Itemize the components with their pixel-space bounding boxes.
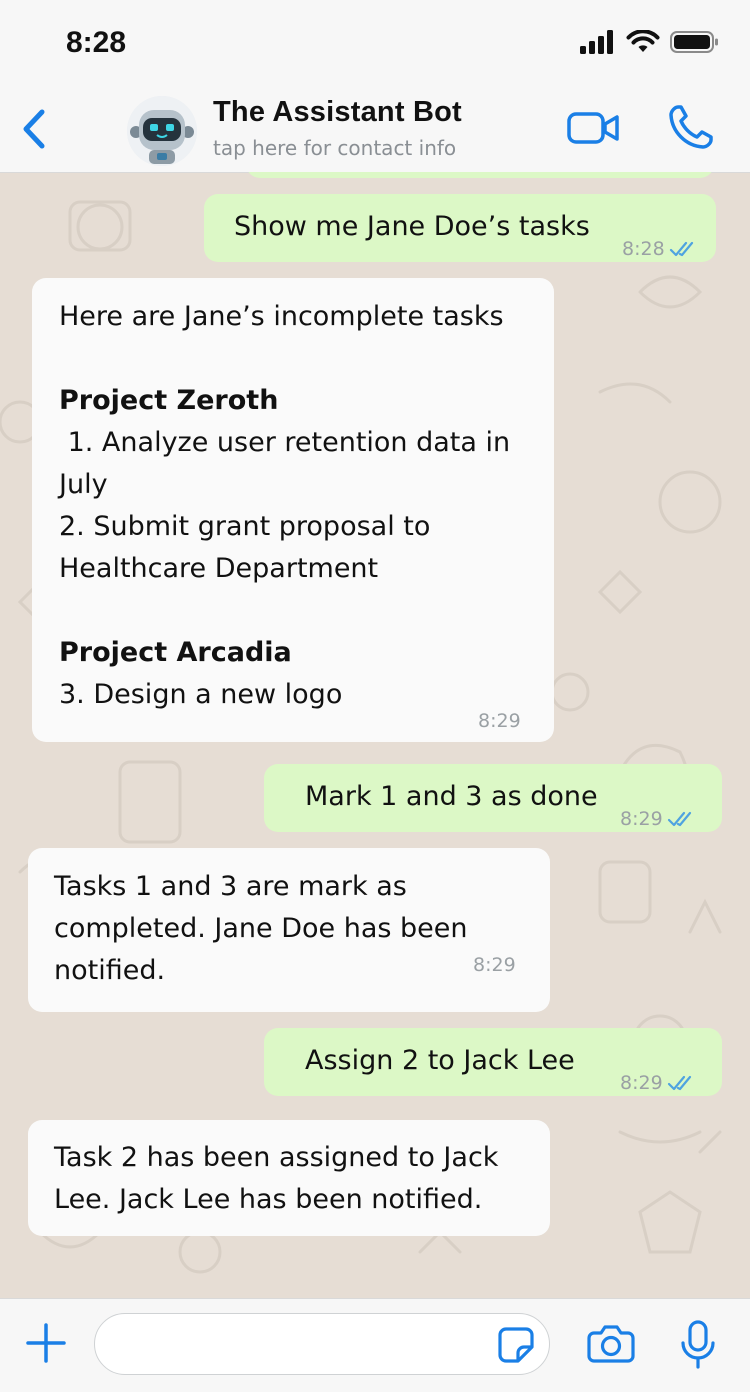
phone-icon <box>669 105 713 149</box>
attach-button[interactable] <box>24 1321 68 1365</box>
status-time: 8:28 <box>66 26 127 59</box>
message-time: 8:29 <box>473 954 516 976</box>
plus-icon <box>26 1323 66 1363</box>
project-heading: Project Arcadia <box>59 637 292 668</box>
message-text: Tasks 1 and 3 are mark as completed. Jan… <box>54 866 534 992</box>
chevron-left-icon <box>23 109 45 149</box>
message-line: 1. Analyze user retention data in <box>59 427 511 458</box>
message-text: Assign 2 to Jack Lee <box>305 1045 575 1076</box>
back-button[interactable] <box>14 104 54 154</box>
microphone-button[interactable] <box>678 1319 718 1371</box>
message-time: 8:28 <box>622 238 665 260</box>
cellular-signal-icon <box>580 30 613 54</box>
message-line: Lee. Jack Lee has been notified. <box>54 1184 483 1215</box>
message-bubble-incoming[interactable]: Here are Jane’s incomplete tasks Project… <box>32 278 554 742</box>
message-line: notified. <box>54 955 166 986</box>
previous-message-bubble <box>246 172 714 178</box>
message-line: 2. Submit grant proposal to <box>59 511 431 542</box>
message-line: 3. Design a new logo <box>59 679 343 710</box>
voice-call-button[interactable] <box>666 102 716 152</box>
message-time: 8:29 <box>620 1072 663 1094</box>
message-text: Here are Jane’s incomplete tasks Project… <box>59 296 539 716</box>
camera-icon <box>587 1325 635 1363</box>
video-call-button[interactable] <box>566 108 622 148</box>
status-icons <box>580 30 720 54</box>
message-meta: 8:28 <box>622 228 699 270</box>
message-input[interactable] <box>94 1313 550 1375</box>
microphone-icon <box>681 1320 715 1369</box>
contact-info-hint[interactable]: tap here for contact info <box>213 136 456 160</box>
contact-name[interactable]: The Assistant Bot <box>213 96 462 129</box>
read-ticks-icon <box>667 1075 691 1091</box>
chat-header: The Assistant Bot tap here for contact i… <box>0 90 750 173</box>
sticker-icon <box>498 1327 534 1363</box>
read-ticks-icon <box>667 811 691 827</box>
message-time: 8:29 <box>620 808 663 830</box>
message-bubble-outgoing[interactable]: Assign 2 to Jack Lee 8:29 <box>264 1028 722 1096</box>
message-line: Here are Jane’s incomplete tasks <box>59 301 504 332</box>
message-line: July <box>59 469 108 500</box>
wifi-icon <box>626 30 660 52</box>
message-line: Tasks 1 and 3 are mark as <box>54 871 407 902</box>
video-camera-icon <box>567 112 619 144</box>
message-line: Healthcare Department <box>59 553 379 584</box>
robot-avatar-icon <box>127 96 197 166</box>
message-text: Show me Jane Doe’s tasks <box>234 211 590 242</box>
avatar[interactable] <box>127 96 197 166</box>
composer-bar <box>0 1298 750 1392</box>
read-ticks-icon <box>669 241 693 257</box>
message-bubble-incoming[interactable]: Tasks 1 and 3 are mark as completed. Jan… <box>28 848 550 1012</box>
message-bubble-outgoing[interactable]: Show me Jane Doe’s tasks 8:28 <box>204 194 716 262</box>
chat-area[interactable]: Show me Jane Doe’s tasks 8:28 Here are J… <box>0 172 750 1298</box>
message-bubble-incoming[interactable]: Task 2 has been assigned to Jack Lee. Ja… <box>28 1120 550 1236</box>
sticker-button[interactable] <box>496 1325 536 1365</box>
status-bar: 8:28 <box>0 0 750 90</box>
message-line: Task 2 has been assigned to Jack <box>54 1142 499 1173</box>
project-heading: Project Zeroth <box>59 385 279 416</box>
message-time: 8:29 <box>478 710 521 732</box>
camera-button[interactable] <box>586 1321 636 1365</box>
message-line <box>59 338 539 380</box>
message-line <box>59 590 539 632</box>
message-text: Task 2 has been assigned to Jack Lee. Ja… <box>54 1137 544 1221</box>
message-meta: 8:29 <box>620 798 697 840</box>
message-bubble-outgoing[interactable]: Mark 1 and 3 as done 8:29 <box>264 764 722 832</box>
message-line: completed. Jane Doe has been <box>54 913 468 944</box>
battery-icon <box>670 31 718 53</box>
message-meta: 8:29 <box>620 1062 697 1104</box>
message-text: Mark 1 and 3 as done <box>305 781 598 812</box>
